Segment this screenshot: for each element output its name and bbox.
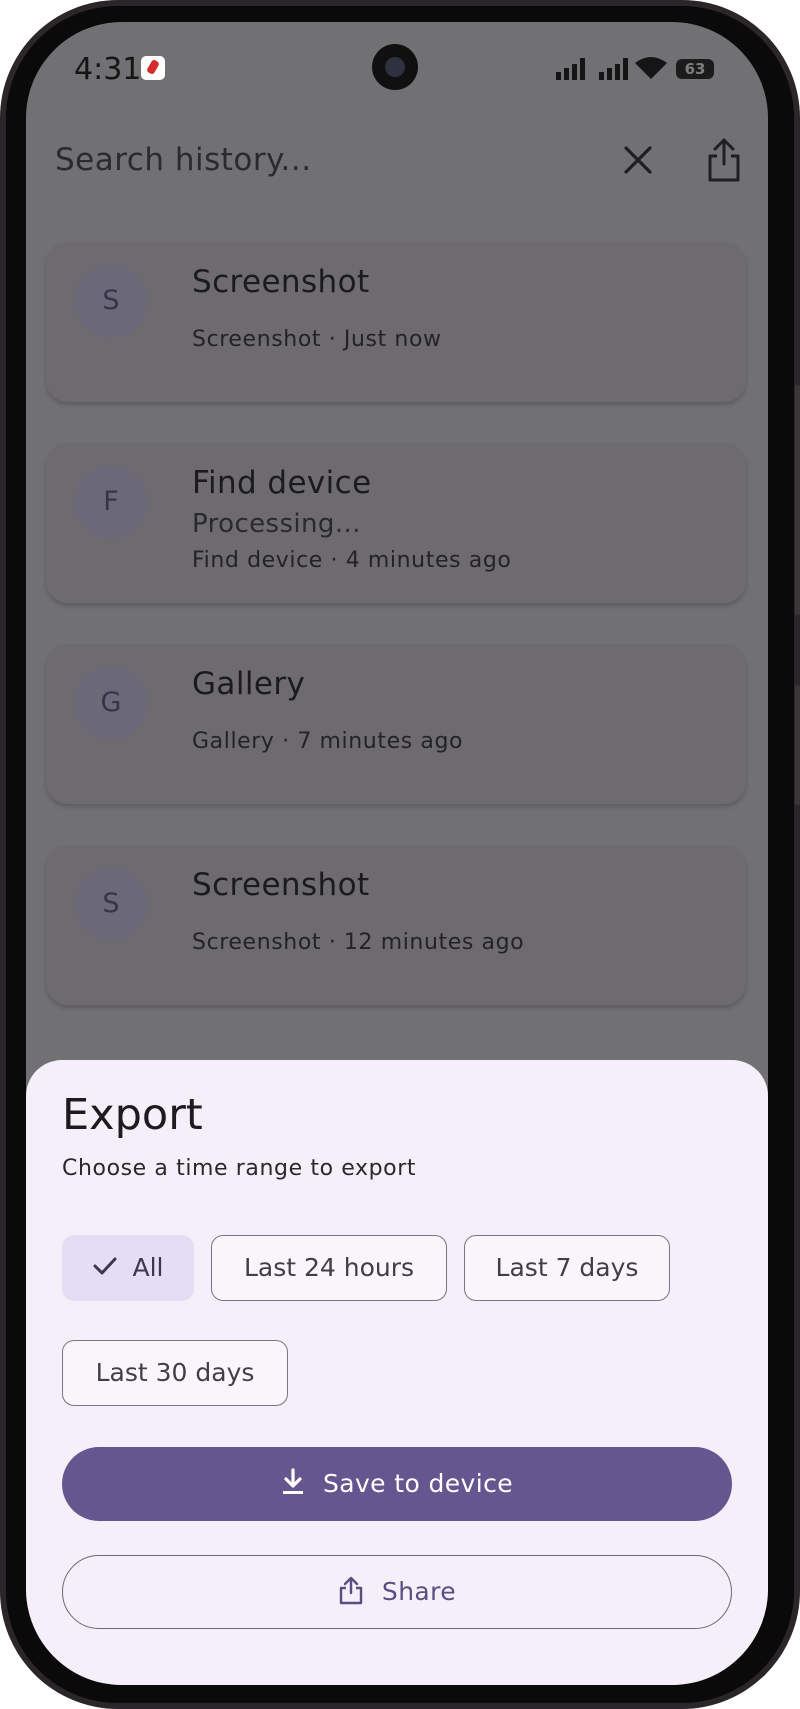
front-camera [372,44,418,90]
share-icon [339,1576,363,1605]
history-meta: Gallery · 7 minutes ago [192,729,464,754]
history-status: Processing... [192,509,361,539]
avatar: G [74,666,148,740]
history-title: Find device [192,465,372,501]
range-chip-24h[interactable]: Last 24 hours [211,1235,447,1301]
history-meta: Screenshot · Just now [192,327,442,352]
history-title: Screenshot [192,264,370,300]
save-to-device-button[interactable]: Save to device [62,1447,732,1521]
close-icon[interactable] [618,140,658,180]
search-input[interactable]: Search history... [55,142,312,178]
phone-frame: 4:31 63 Search history... S Screenshot S… [0,0,800,1709]
status-time: 4:31 [74,52,142,87]
signal-icon [599,58,628,80]
history-title: Gallery [192,666,306,702]
volume-button [795,385,800,615]
screen: 4:31 63 Search history... S Screenshot S… [26,22,768,1685]
notification-icon [141,56,165,80]
chip-label: Last 30 days [95,1358,255,1387]
battery-indicator: 63 [676,59,714,79]
wifi-icon [635,57,667,79]
avatar: S [74,867,148,941]
history-card[interactable]: S Screenshot Screenshot · Just now [46,242,746,402]
download-icon [282,1468,303,1494]
history-card[interactable]: S Screenshot Screenshot · 12 minutes ago [46,845,746,1005]
power-button [795,685,800,805]
share-icon[interactable] [704,136,744,184]
avatar: S [74,264,148,338]
history-title: Screenshot [192,867,370,903]
history-card[interactable]: F Find device Processing... Find device … [46,443,746,603]
export-sheet: Export Choose a time range to export All… [26,1060,768,1685]
chip-label: All [132,1253,164,1282]
share-label: Share [381,1577,457,1606]
range-chip-all[interactable]: All [62,1235,194,1301]
signal-icon [556,58,585,80]
history-meta: Find device · 4 minutes ago [192,548,512,573]
save-label: Save to device [322,1469,514,1498]
status-bar: 4:31 63 [26,22,768,112]
avatar: F [74,465,148,539]
check-icon [93,1257,116,1275]
range-chip-30d[interactable]: Last 30 days [62,1340,288,1406]
sheet-title: Export [62,1090,203,1140]
sheet-subtitle: Choose a time range to export [62,1156,417,1181]
share-button[interactable]: Share [62,1555,732,1629]
range-chip-7d[interactable]: Last 7 days [464,1235,670,1301]
history-card[interactable]: G Gallery Gallery · 7 minutes ago [46,644,746,804]
history-meta: Screenshot · 12 minutes ago [192,930,525,955]
chip-label: Last 7 days [495,1253,639,1282]
chip-label: Last 24 hours [243,1253,415,1282]
